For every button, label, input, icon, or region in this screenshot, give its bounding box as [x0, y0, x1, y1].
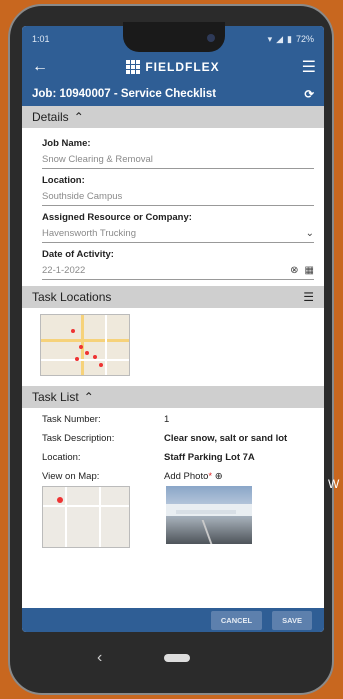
page-title: Job: 10940007 - Service Checklist — [32, 88, 217, 100]
chevron-down-icon: ⌄ — [305, 228, 314, 239]
task-number-value: 1 — [164, 414, 170, 425]
task-description-value: Clear snow, salt or sand lot — [164, 433, 288, 444]
background-text: W — [328, 477, 340, 491]
task-list-body: Task Number: 1 Task Description: Clear s… — [22, 408, 324, 548]
calendar-icon[interactable]: ▦ — [305, 265, 314, 276]
list-view-icon[interactable]: ☰ — [303, 290, 314, 304]
add-photo-control[interactable]: Add Photo* ⊕ — [164, 471, 223, 482]
map-pin-icon — [57, 497, 63, 503]
battery-icon: ▮ — [287, 33, 292, 44]
date-of-activity-value: 22-1-2022 — [42, 265, 86, 276]
location-field[interactable]: Southside Campus — [42, 186, 314, 206]
task-location-label: Location: — [42, 452, 81, 463]
map-pin-icon — [99, 363, 103, 367]
signal-icon: ◢ — [276, 33, 284, 44]
task-locations-map[interactable] — [40, 314, 130, 376]
task-list-section-header[interactable]: Task List ⌃ — [22, 386, 324, 408]
task-photo[interactable] — [166, 486, 252, 544]
location-label: Location: — [42, 175, 85, 186]
android-nav-bar: ‹ — [22, 634, 324, 682]
add-circle-icon[interactable]: ⊕ — [215, 471, 223, 482]
brand-logo: FIELDFLEX — [126, 60, 219, 74]
map-pin-icon — [85, 351, 89, 355]
job-name-value: Snow Clearing & Removal — [42, 154, 153, 165]
media-row — [42, 486, 314, 548]
brand-name: FIELDFLEX — [145, 60, 220, 74]
map-pin-icon — [93, 355, 97, 359]
media-labels-row: View on Map: Add Photo* ⊕ — [42, 471, 314, 482]
task-number-label: Task Number: — [42, 414, 101, 425]
details-form: Job Name: Snow Clearing & Removal Locati… — [22, 128, 324, 286]
map-pin-icon — [71, 329, 75, 333]
task-location-map[interactable] — [42, 486, 130, 548]
camera-icon — [207, 34, 215, 42]
date-of-activity-field[interactable]: 22-1-2022 ⊗ ▦ — [42, 260, 314, 280]
details-section-header[interactable]: Details ⌃ — [22, 106, 324, 128]
task-locations-map-wrap — [22, 308, 324, 386]
app-screen: 1:01 ▾ ◢ ▮ 72% ← FIELDFLEX ☰ Job: 109400… — [22, 26, 324, 632]
job-name-label: Job Name: — [42, 138, 91, 149]
date-of-activity-label: Date of Activity: — [42, 249, 114, 260]
page-title-bar: Job: 10940007 - Service Checklist ⟳ — [22, 82, 324, 106]
chevron-up-icon: ⌃ — [83, 390, 94, 404]
assigned-resource-select[interactable]: Havensworth Trucking ⌄ — [42, 223, 314, 243]
phone-frame: 1:01 ▾ ◢ ▮ 72% ← FIELDFLEX ☰ Job: 109400… — [8, 4, 334, 695]
phone-notch — [123, 22, 225, 52]
location-value: Southside Campus — [42, 191, 123, 202]
task-location-row: Location: Staff Parking Lot 7A — [42, 452, 314, 463]
app-bar: ← FIELDFLEX ☰ — [22, 52, 324, 82]
clear-date-icon[interactable]: ⊗ — [290, 265, 298, 276]
home-pill-icon[interactable] — [164, 654, 191, 662]
save-button[interactable]: SAVE — [272, 610, 312, 630]
add-photo-label: Add Photo — [164, 471, 209, 482]
task-location-value: Staff Parking Lot 7A — [164, 452, 255, 463]
assigned-resource-value: Havensworth Trucking — [42, 228, 136, 239]
hamburger-menu-icon[interactable]: ☰ — [302, 57, 316, 77]
map-pin-icon — [79, 345, 83, 349]
chevron-up-icon: ⌃ — [73, 110, 84, 124]
grid-logo-icon — [126, 60, 141, 74]
assigned-resource-label: Assigned Resource or Company: — [42, 212, 192, 223]
task-description-label: Task Description: — [42, 433, 115, 444]
footer-bar: CANCEL SAVE — [22, 608, 324, 632]
cancel-button[interactable]: CANCEL — [210, 610, 263, 630]
back-arrow-icon[interactable]: ← — [32, 58, 48, 76]
status-icons: ▾ ◢ ▮ 72% — [268, 34, 314, 45]
job-name-field[interactable]: Snow Clearing & Removal — [42, 149, 314, 169]
task-number-row: Task Number: 1 — [42, 414, 314, 425]
status-battery: 72% — [295, 34, 314, 44]
back-nav-icon[interactable]: ‹ — [97, 649, 102, 667]
task-description-row: Task Description: Clear snow, salt or sa… — [42, 433, 314, 444]
task-list-header-label: Task List — [32, 390, 79, 404]
wifi-icon: ▾ — [267, 33, 273, 44]
task-locations-header-label: Task Locations — [32, 290, 112, 304]
view-on-map-label: View on Map: — [42, 471, 100, 482]
map-pin-icon — [75, 357, 79, 361]
task-locations-section-header[interactable]: Task Locations ☰ — [22, 286, 324, 308]
status-time: 1:01 — [32, 34, 50, 44]
details-header-label: Details — [32, 110, 69, 124]
refresh-icon[interactable]: ⟳ — [304, 87, 314, 101]
